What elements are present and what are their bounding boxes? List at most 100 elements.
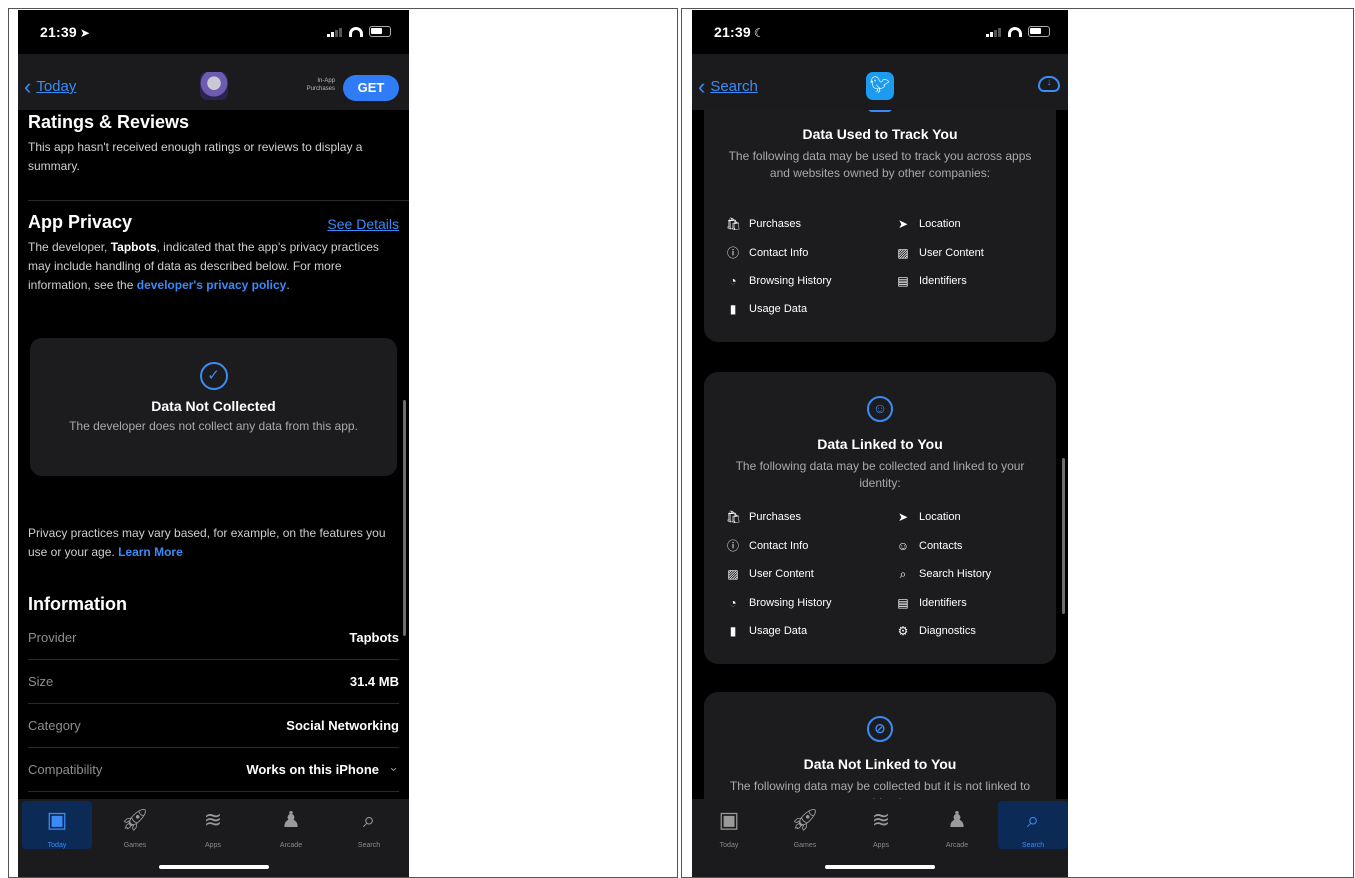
data-type-item: ▨ User Content — [727, 567, 814, 581]
tab-search[interactable]: ⌕ Search — [998, 801, 1068, 849]
tracking-icon — [868, 110, 892, 112]
twitter-app-icon: 🐦︎ — [866, 72, 894, 100]
tab-apps[interactable]: ≋ Apps — [178, 801, 248, 850]
privacy-policy-link[interactable]: developer's privacy policy — [137, 278, 287, 292]
info-circle-icon: ⓘ — [726, 246, 739, 260]
data-type-item: 🛍︎ Purchases — [726, 217, 801, 231]
data-type-item: ◔ Browsing History — [726, 596, 831, 610]
tab-games[interactable]: 🚀︎ Games — [770, 801, 840, 850]
bar-chart-icon: ▮ — [729, 624, 737, 638]
navigation-bar: ‹ Search 🐦︎ ↓ — [692, 54, 1068, 110]
card-text: The following data may be collected and … — [735, 459, 1025, 490]
in-app-purchases-label: In-App Purchases — [306, 78, 335, 92]
ratings-text: This app hasn't received enough ratings … — [28, 140, 363, 173]
tab-arcade[interactable]: ♟ Arcade — [922, 801, 992, 850]
info-row-size: Size 31.4 MB — [28, 660, 399, 704]
screenshot-frame: 21:39 ➤ ‹ Today In-App Purchases GET Rati… — [0, 0, 1355, 878]
tab-apps[interactable]: ≋ Apps — [846, 801, 916, 850]
location-icon: ➤ — [897, 510, 909, 524]
photo-icon: ▨ — [727, 567, 739, 581]
ratings-title: Ratings & Reviews — [28, 112, 190, 132]
scroll-indicator[interactable] — [403, 400, 406, 636]
chevron-left-icon: ‹ — [24, 73, 32, 99]
clock-icon: ◔ — [729, 596, 737, 610]
data-type-item: ◔ Browsing History — [726, 274, 831, 288]
tab-bar: ▣ Today 🚀︎ Games ≋ Apps ♟ Arcade ⌕ Search — [692, 799, 1068, 877]
info-circle-icon: ⓘ — [726, 539, 739, 553]
tab-arcade[interactable]: ♟ Arcade — [256, 801, 326, 850]
home-indicator — [158, 865, 269, 869]
scroll-indicator[interactable] — [1062, 458, 1065, 614]
today-icon: ▣ — [46, 807, 68, 832]
back-button[interactable]: ‹ Search — [698, 75, 758, 97]
linked-card: ☺ Data Linked to You The following data … — [704, 372, 1056, 664]
location-icon: ➤ — [897, 217, 909, 231]
clock-icon: ◔ — [729, 274, 737, 288]
see-details-link[interactable]: See Details — [327, 216, 399, 232]
privacy-details-content[interactable]: Data Used to Track You The following dat… — [692, 110, 1068, 799]
section-divider — [28, 200, 409, 201]
bar-chart-icon: ▮ — [729, 302, 737, 316]
status-time: 21:39 ☾ — [714, 24, 765, 40]
data-type-item: ⓘ Contact Info — [726, 246, 809, 260]
card-title: Data Linked to You — [817, 436, 943, 452]
shopping-bag-icon: 🛍︎ — [726, 510, 742, 524]
info-row-category: Category Social Networking — [28, 704, 399, 748]
today-icon: ▣ — [718, 807, 740, 832]
rocket-icon: 🚀︎ — [121, 807, 149, 832]
chevron-down-icon: ⌄ — [388, 759, 399, 774]
status-bar: 21:39 ➤ — [18, 10, 409, 54]
data-not-collected-card: ✓ Data Not Collected The developer does … — [30, 338, 397, 476]
back-button-label: Search — [710, 78, 758, 95]
tab-today[interactable]: ▣ Today — [694, 801, 764, 850]
cellular-signal-icon — [986, 27, 1002, 37]
right-panel: 21:39 ☾ ‹ Search 🐦︎ ↓ Data Used to Track… — [681, 8, 1354, 878]
navigation-bar: ‹ Today In-App Purchases GET — [18, 54, 409, 110]
tab-games[interactable]: 🚀︎ Games — [100, 801, 170, 850]
apps-stack-icon: ≋ — [871, 807, 891, 832]
card-title: Data Not Linked to You — [803, 756, 957, 772]
data-type-item: ⓘ Contact Info — [726, 539, 809, 553]
data-type-item: ▨ User Content — [897, 246, 984, 260]
search-icon: ⌕ — [1026, 807, 1040, 832]
wifi-icon — [349, 26, 363, 37]
card-text: The following data may be collected but … — [729, 779, 1031, 799]
rocket-icon: 🚀︎ — [791, 807, 819, 832]
data-type-item: ☺ Contacts — [896, 539, 963, 553]
status-time: 21:39 ➤ — [40, 24, 91, 40]
search-icon: ⌕ — [899, 567, 907, 581]
checkmark-circle-icon: ✓ — [199, 362, 228, 390]
learn-more-link[interactable]: Learn More — [118, 545, 183, 559]
left-panel: 21:39 ➤ ‹ Today In-App Purchases GET Rati… — [8, 8, 678, 878]
app-detail-content[interactable]: Ratings & Reviews This app hasn't receiv… — [18, 110, 409, 799]
tab-bar: ▣ Today 🚀︎ Games ≋ Apps ♟ Arcade ⌕ Search — [18, 799, 409, 877]
contacts-icon: ☺ — [896, 539, 910, 553]
track-card: Data Used to Track You The following dat… — [704, 110, 1056, 342]
back-button-label: Today — [36, 78, 77, 95]
person-slash-icon: ⊘ — [867, 716, 893, 742]
tab-today[interactable]: ▣ Today — [22, 801, 92, 849]
developer-name: Tapbots — [110, 240, 157, 254]
search-icon: ⌕ — [362, 807, 376, 832]
download-cloud-icon[interactable]: ↓ — [1038, 76, 1060, 92]
privacy-vary-text: Privacy practices may vary based, for ex… — [28, 526, 386, 559]
card-text: The following data may be used to track … — [728, 149, 1032, 180]
gear-icon: ⚙ — [897, 624, 909, 638]
privacy-text: The developer, Tapbots, indicated that t… — [28, 240, 379, 292]
data-type-item: ➤ Location — [897, 217, 961, 231]
get-button[interactable]: GET — [343, 75, 399, 101]
back-button[interactable]: ‹ Today — [24, 73, 77, 99]
shopping-bag-icon: 🛍︎ — [726, 217, 742, 231]
data-type-item: ▮ Usage Data — [726, 302, 807, 316]
status-system-icons — [327, 26, 391, 37]
app-icon — [200, 72, 228, 100]
apps-stack-icon: ≋ — [203, 807, 223, 832]
id-card-icon: ▤ — [897, 274, 909, 288]
person-circle-icon: ☺ — [867, 396, 893, 422]
data-type-item: ⌕ Search History — [896, 567, 992, 581]
cellular-signal-icon — [327, 27, 343, 37]
info-row-compatibility[interactable]: Compatibility Works on this iPhone ⌄ — [28, 748, 399, 792]
phone-tapbots-app-page: 21:39 ➤ ‹ Today In-App Purchases GET Rati… — [18, 10, 409, 877]
data-type-item: ⚙ Diagnostics — [897, 624, 976, 638]
tab-search[interactable]: ⌕ Search — [334, 801, 404, 850]
